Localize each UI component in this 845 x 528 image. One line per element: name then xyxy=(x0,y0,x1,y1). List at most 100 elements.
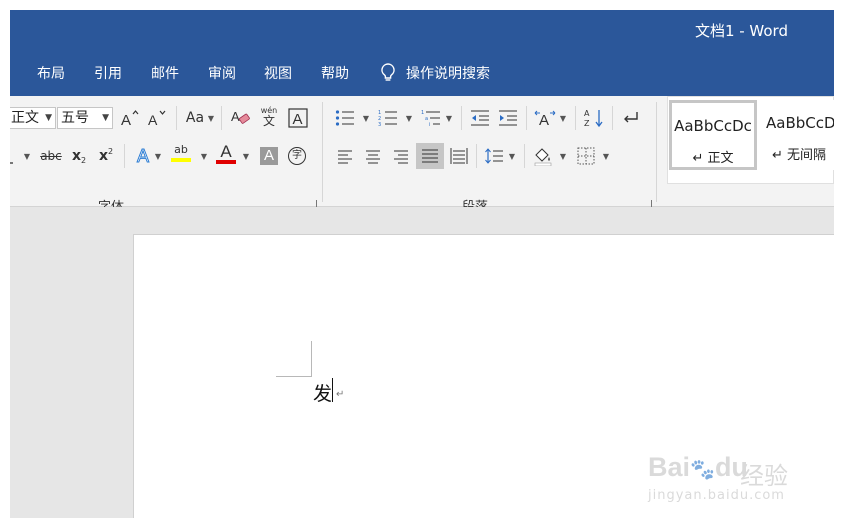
baidu-watermark: Bai🐾du 经验 jingyan.baidu.com xyxy=(648,452,808,512)
bullets-dropdown[interactable]: ▼ xyxy=(361,107,371,129)
numbering-button[interactable]: 123 xyxy=(377,107,399,129)
grow-font-icon: A xyxy=(121,110,139,127)
style-normal[interactable]: AaBbCcDc ↵ 正文 xyxy=(669,100,757,170)
increase-indent-button[interactable] xyxy=(497,107,519,129)
font-name-combo[interactable]: 正文 ▼ xyxy=(10,107,56,129)
svg-text:A: A xyxy=(539,112,549,127)
text-effects-icon: A xyxy=(136,145,149,166)
page-corner-mark xyxy=(276,376,312,377)
tab-mailings[interactable]: 邮件 xyxy=(151,63,179,83)
character-border-button[interactable]: A xyxy=(287,107,309,129)
divider xyxy=(124,144,125,168)
tell-me-search[interactable]: 操作说明搜索 xyxy=(380,60,490,86)
phonetic-guide-button[interactable]: wén 文 xyxy=(258,105,280,127)
highlight-icon: ab xyxy=(174,143,188,156)
text-effects-dropdown[interactable]: ▼ xyxy=(153,145,163,167)
shrink-font-button[interactable]: A xyxy=(145,107,167,129)
borders-dropdown[interactable]: ▼ xyxy=(601,145,611,167)
decrease-indent-button[interactable] xyxy=(469,107,491,129)
group-divider xyxy=(322,102,323,202)
superscript-button[interactable]: x2 xyxy=(95,145,117,167)
justify-icon xyxy=(422,149,438,163)
character-shading-button[interactable]: A xyxy=(258,145,280,167)
tab-references[interactable]: 引用 xyxy=(94,63,122,83)
multilevel-list-dropdown[interactable]: ▼ xyxy=(444,107,454,129)
character-shading-icon: A xyxy=(260,147,278,165)
divider xyxy=(221,106,222,130)
numbering-icon: 123 xyxy=(378,110,397,127)
paragraph-mark-icon xyxy=(624,112,638,123)
page-corner-mark xyxy=(311,341,312,377)
bullets-button[interactable] xyxy=(334,107,356,129)
text-effects-button[interactable]: A xyxy=(132,145,154,167)
svg-text:A: A xyxy=(231,109,240,124)
line-spacing-icon xyxy=(485,148,503,164)
shading-button[interactable] xyxy=(532,145,554,167)
group-divider xyxy=(656,102,657,202)
bullets-icon xyxy=(335,110,354,126)
font-size-value: 五号 xyxy=(61,110,89,126)
highlight-color-button[interactable]: ab xyxy=(170,142,192,164)
borders-icon xyxy=(577,147,595,165)
highlight-color-dropdown[interactable]: ▼ xyxy=(199,145,209,167)
subscript-button[interactable]: x2 xyxy=(68,145,90,167)
strikethrough-button[interactable]: abc xyxy=(38,145,64,167)
svg-text:A: A xyxy=(293,111,303,128)
divider xyxy=(575,106,576,130)
font-color-button[interactable]: A xyxy=(215,142,237,164)
line-spacing-button[interactable] xyxy=(483,145,505,167)
enclose-characters-button[interactable]: 字 xyxy=(286,145,308,167)
style-no-spacing[interactable]: AaBbCcD ↵ 无间隔 xyxy=(760,100,834,170)
decrease-indent-icon xyxy=(471,110,489,126)
line-spacing-dropdown[interactable]: ▼ xyxy=(507,145,517,167)
eraser-icon: A xyxy=(231,109,250,124)
tab-help[interactable]: 帮助 xyxy=(321,63,349,83)
window-title: 文档1 - Word xyxy=(694,22,788,40)
tab-layout[interactable]: 布局 xyxy=(37,63,65,83)
chinese-layout-dropdown[interactable]: ▼ xyxy=(558,107,568,129)
distributed-button[interactable] xyxy=(448,145,470,167)
font-color-dropdown[interactable]: ▼ xyxy=(241,145,251,167)
word-window: 文档1 - Word 布局 引用 邮件 审阅 视图 帮助 操作说明搜索 正文 ▼… xyxy=(10,10,834,518)
svg-text:Z: Z xyxy=(584,119,590,128)
watermark-logo: Bai🐾du xyxy=(648,452,748,482)
tab-view[interactable]: 视图 xyxy=(264,63,292,83)
svg-text:1: 1 xyxy=(421,110,424,116)
strikethrough-label: abc xyxy=(40,149,62,163)
borders-button[interactable] xyxy=(575,145,597,167)
show-formatting-marks-button[interactable] xyxy=(619,107,641,129)
tell-me-label: 操作说明搜索 xyxy=(406,66,490,82)
chinese-layout-button[interactable]: A xyxy=(534,107,556,129)
font-size-combo[interactable]: 五号 ▼ xyxy=(57,107,113,129)
tab-review[interactable]: 审阅 xyxy=(208,63,236,83)
shading-dropdown[interactable]: ▼ xyxy=(558,145,568,167)
sort-button[interactable]: AZ xyxy=(583,107,605,129)
style-normal-name: ↵ 正文 xyxy=(692,151,734,166)
change-case-button[interactable]: Aa xyxy=(182,107,208,129)
ribbon: 正文 ▼ 五号 ▼ A A Aa ▼ A wén 文 A ▼ abc x 2 x… xyxy=(10,96,834,215)
align-center-button[interactable] xyxy=(362,145,384,167)
grow-font-button[interactable]: A xyxy=(118,107,140,129)
clear-formatting-button[interactable]: A xyxy=(230,107,252,129)
highlight-color-swatch xyxy=(171,158,191,162)
underline-dropdown[interactable]: ▼ xyxy=(22,145,32,167)
document-text[interactable]: 发 xyxy=(313,379,332,406)
align-left-button[interactable] xyxy=(334,145,356,167)
paint-bucket-icon xyxy=(534,148,552,166)
change-case-label: Aa xyxy=(185,110,205,126)
justify-button[interactable] xyxy=(416,143,444,169)
align-right-button[interactable] xyxy=(390,145,412,167)
divider xyxy=(526,106,527,130)
multilevel-list-button[interactable]: 1ai xyxy=(420,107,442,129)
numbering-dropdown[interactable]: ▼ xyxy=(404,107,414,129)
style-no-spacing-name: ↵ 无间隔 xyxy=(772,148,827,163)
chevron-down-icon: ▼ xyxy=(102,113,109,123)
divider xyxy=(612,106,613,130)
change-case-dropdown[interactable]: ▼ xyxy=(206,107,216,129)
align-center-icon xyxy=(366,150,380,164)
align-left-icon xyxy=(338,150,352,164)
sort-icon: AZ xyxy=(584,109,603,128)
svg-text:3: 3 xyxy=(378,122,381,127)
underline-button[interactable] xyxy=(10,145,16,167)
ribbon-tabs: 布局 引用 邮件 审阅 视图 帮助 操作说明搜索 xyxy=(10,52,834,96)
